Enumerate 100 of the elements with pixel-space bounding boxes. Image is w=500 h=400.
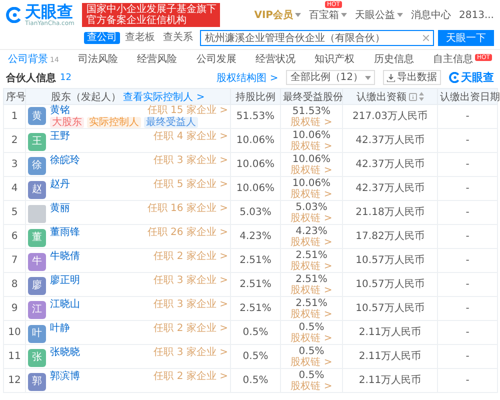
positions-link[interactable]: 任职 4 家企业 > (154, 130, 228, 142)
section-tab[interactable]: 历史信息 (372, 54, 416, 66)
subscribed-capital: 2.11万人民币 (358, 351, 422, 362)
equity-chain-link[interactable]: 股权链 > (290, 356, 332, 368)
caret-icon (365, 76, 371, 80)
row-number: 8 (11, 279, 18, 290)
avatar: 董 (28, 228, 46, 246)
shareholder-name[interactable]: 牛晓倩 (50, 250, 80, 262)
subscribed-capital: 2.11万人民币 (358, 375, 422, 386)
subscription-date: - (466, 279, 470, 290)
row-number: 3 (11, 159, 18, 170)
logo-name: 天眼查 (25, 3, 73, 20)
shareholder-name[interactable]: 廖正明 (50, 274, 80, 286)
shareholder-name[interactable]: 王野 (50, 130, 70, 142)
equity-chain-link[interactable]: 股权链 > (290, 116, 332, 128)
equity-chain-link[interactable]: 股权链 > (290, 284, 332, 296)
nav-link[interactable]: 百宝箱 (309, 8, 339, 22)
section-tab[interactable]: 司法风险 (76, 54, 120, 66)
info-icon (408, 92, 416, 100)
equity-chain-link[interactable]: 股权链 > (290, 164, 332, 176)
equity-chain-link[interactable]: 股权链 > (290, 380, 332, 392)
sort-icon[interactable] (418, 92, 424, 101)
section-tab[interactable]: 经营风险 (135, 54, 180, 66)
positions-link[interactable]: 任职 2 家企业 > (154, 322, 228, 334)
promo-banner[interactable]: 国家中小企业发展子基金旗下 官方备案企业征信机构 (82, 3, 220, 27)
avatar: 王 (28, 132, 46, 150)
equity-chain-link[interactable]: 股权链 > (290, 212, 332, 224)
share-ratio: 10.06% (236, 183, 275, 194)
positions-link[interactable]: 任职 15 家企业 > (147, 105, 228, 116)
subscribed-capital: 10.57万人民币 (356, 303, 424, 314)
search-tab[interactable]: 查老板 (122, 32, 158, 44)
shareholder-name[interactable]: 董雨锋 (50, 226, 80, 238)
search-tab[interactable]: 查公司 (84, 32, 120, 44)
ratio-dropdown[interactable]: 全部比例（12） (286, 70, 375, 85)
section-tab[interactable]: 经营状况 (254, 54, 298, 66)
avatar: 江 (28, 300, 46, 318)
positions-link[interactable]: 任职 2 家企业 > (154, 370, 228, 382)
brand-name: 天眼查 (461, 70, 494, 85)
row-number: 10 (8, 327, 21, 338)
positions-link[interactable]: 任职 3 家企业 > (154, 298, 228, 310)
shareholder-name[interactable]: 黄铭 (50, 105, 70, 116)
equity-chain-link[interactable]: 股权链 > (290, 140, 332, 152)
row-number: 5 (11, 207, 18, 218)
shareholder-name[interactable]: 徐皖玲 (50, 154, 80, 166)
controller-link[interactable]: 查看实际控制人 > (123, 90, 205, 104)
positions-link[interactable]: 任职 3 家企业 > (154, 154, 228, 166)
nav-link[interactable]: VIP会员 (254, 8, 293, 22)
row-number: 4 (11, 183, 18, 194)
column-header: 股东（发起人） (51, 90, 122, 104)
clear-icon[interactable] (423, 35, 429, 41)
subscribed-capital: 17.82万人民币 (356, 231, 424, 242)
share-ratio: 10.06% (236, 135, 275, 146)
equity-chain-link[interactable]: 股权链 > (290, 236, 332, 248)
shareholder-name[interactable]: 张晓晓 (50, 346, 80, 358)
final-share: 2.51% (296, 250, 328, 260)
subscribed-capital: 42.37万人民币 (356, 135, 424, 146)
positions-link[interactable]: 任职 3 家企业 > (154, 346, 228, 358)
positions-link[interactable]: 任职 16 家企业 > (147, 202, 228, 214)
shareholder-name[interactable]: 黄丽 (50, 202, 70, 214)
avatar: 黄 (28, 107, 46, 125)
final-share: 10.06% (292, 178, 331, 188)
structure-link[interactable]: 股权结构图 > (216, 70, 278, 84)
nav-link[interactable]: 2813... (459, 10, 494, 20)
row-number: 9 (11, 303, 18, 314)
logo-icon (449, 72, 460, 83)
avatar: 赵 (28, 180, 46, 198)
equity-chain-link[interactable]: 股权链 > (290, 188, 332, 200)
share-ratio: 10.06% (236, 159, 275, 170)
row-number: 6 (11, 231, 18, 242)
equity-chain-link[interactable]: 股权链 > (290, 308, 332, 320)
role-tag: 大股东 (50, 117, 84, 128)
share-ratio: 2.51% (240, 303, 272, 314)
final-share: 10.06% (292, 154, 331, 164)
search-button[interactable]: 天眼一下 (438, 30, 494, 46)
shareholder-name[interactable]: 叶静 (50, 322, 70, 334)
equity-chain-link[interactable]: 股权链 > (290, 260, 332, 272)
section-tab[interactable]: 公司发展 (194, 54, 238, 66)
logo-icon (6, 7, 22, 23)
shareholder-name[interactable]: 郭滨博 (50, 370, 80, 382)
shareholder-name[interactable]: 江晓山 (50, 298, 80, 310)
search-tab[interactable]: 查关系 (160, 32, 196, 44)
subscribed-capital: 2.11万人民币 (358, 327, 422, 338)
positions-link[interactable]: 任职 3 家企业 > (154, 274, 228, 286)
row-number: 12 (8, 375, 21, 386)
positions-link[interactable]: 任职 2 家企业 > (154, 250, 228, 262)
search-field[interactable]: 杭州濂溪企业管理合伙企业（有限合伙） (200, 30, 434, 46)
positions-link[interactable]: 任职 26 家企业 > (147, 226, 228, 238)
subscription-date: - (466, 231, 470, 242)
final-share: 2.51% (296, 298, 328, 308)
positions-link[interactable]: 任职 5 家企业 > (154, 178, 228, 190)
subscribed-capital: 10.57万人民币 (356, 279, 424, 290)
export-button[interactable]: 导出数据 (383, 70, 441, 85)
shareholder-name[interactable]: 赵丹 (50, 178, 70, 190)
share-ratio: 0.5% (242, 351, 268, 362)
section-tab[interactable]: 知识产权 (312, 54, 357, 66)
nav-link[interactable]: 天眼公益 (355, 8, 395, 22)
equity-chain-link[interactable]: 股权链 > (290, 332, 332, 344)
nav-link[interactable]: 消息中心 (411, 8, 451, 22)
subscription-date: - (466, 255, 470, 266)
section-title: 合伙人信息 (6, 72, 56, 84)
